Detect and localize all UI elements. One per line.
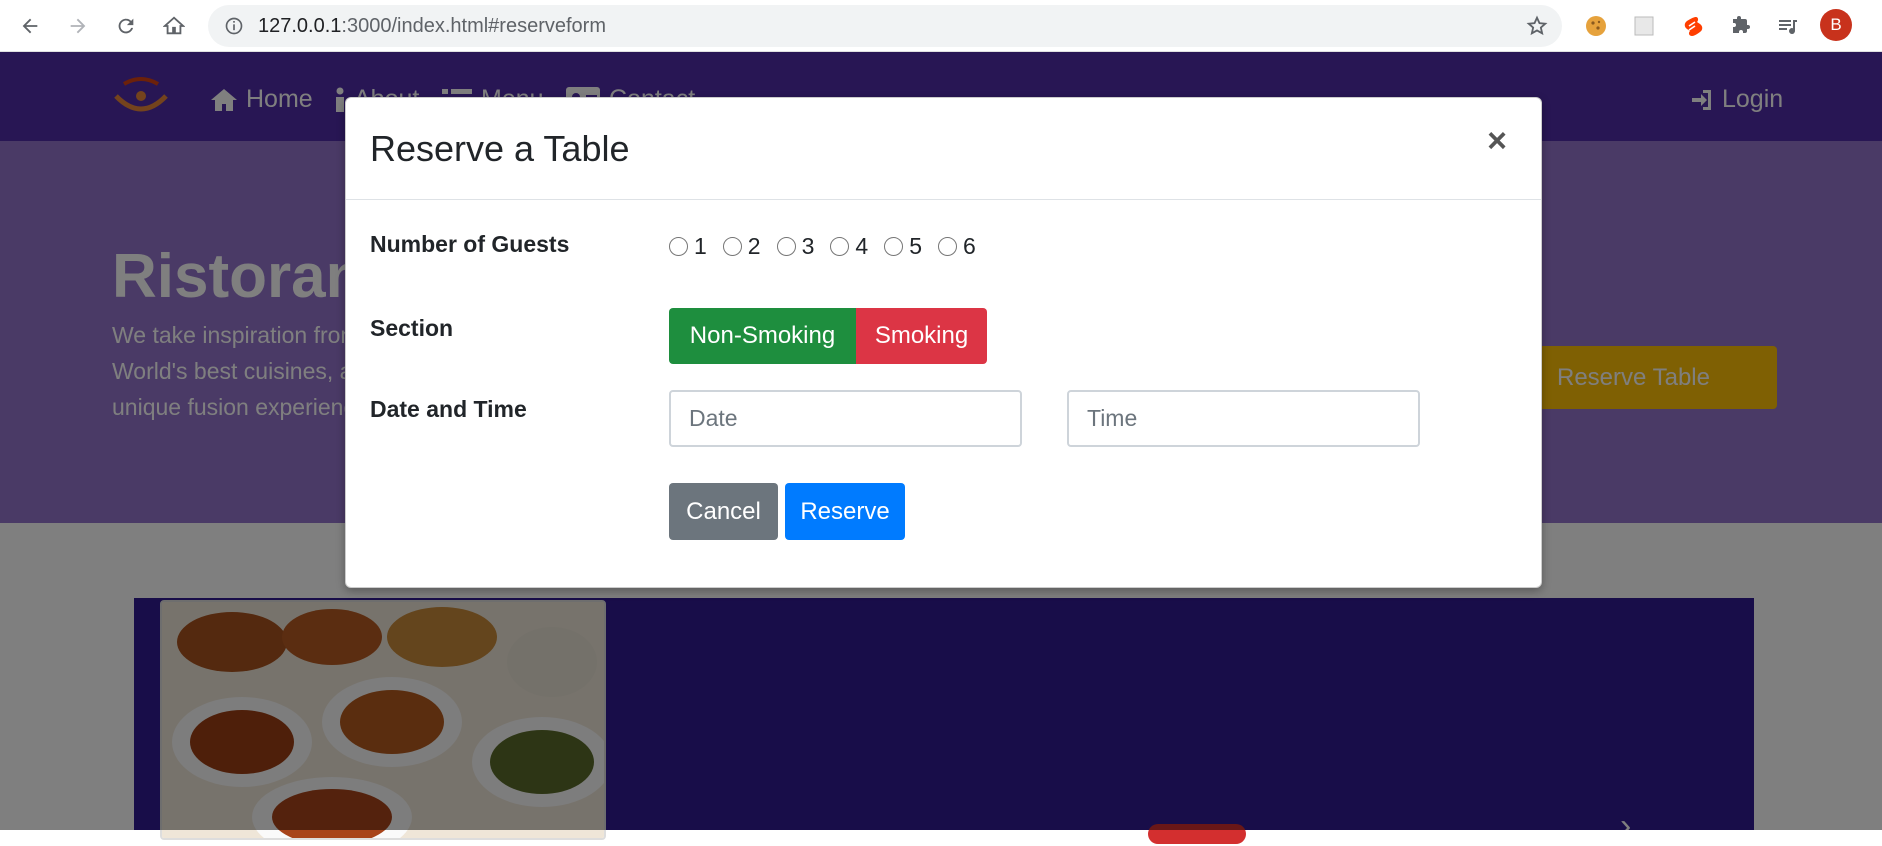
section-toggle-group: Non-Smoking Smoking bbox=[669, 308, 987, 364]
guest-option-label: 1 bbox=[694, 233, 707, 259]
guest-option-4[interactable]: 4 bbox=[830, 233, 868, 260]
date-input[interactable]: Date bbox=[669, 390, 1022, 447]
guest-radio-2[interactable] bbox=[722, 237, 742, 256]
guest-radio-6[interactable] bbox=[937, 237, 957, 256]
home-button[interactable] bbox=[158, 10, 190, 42]
guest-radio-5[interactable] bbox=[884, 237, 904, 256]
section-label: Section bbox=[370, 315, 454, 341]
cancel-button[interactable]: Cancel bbox=[669, 483, 778, 540]
url-text: 127.0.0.1:3000/index.html#reserveform bbox=[258, 15, 606, 38]
forward-arrow-icon bbox=[70, 18, 86, 34]
pattern-extension-icon[interactable] bbox=[1630, 12, 1658, 40]
cookie-extension-icon[interactable] bbox=[1582, 12, 1610, 40]
guest-radio-1[interactable] bbox=[669, 237, 688, 256]
back-arrow-icon bbox=[22, 18, 38, 34]
reserve-button[interactable]: Reserve bbox=[785, 483, 905, 540]
reserve-table-modal: Reserve a Table × Number of Guests 1 2 3… bbox=[345, 97, 1542, 588]
guests-radio-group: 1 2 3 4 5 6 bbox=[669, 233, 992, 260]
guest-option-2[interactable]: 2 bbox=[722, 233, 761, 260]
guest-option-1[interactable]: 1 bbox=[669, 233, 707, 260]
datetime-label: Date and Time bbox=[370, 396, 527, 422]
reload-button[interactable] bbox=[110, 10, 142, 42]
modal-header: Reserve a Table × bbox=[346, 98, 1541, 200]
site-info-icon[interactable] bbox=[224, 16, 244, 41]
close-icon[interactable]: × bbox=[1487, 124, 1507, 158]
profile-avatar[interactable]: B bbox=[1820, 9, 1852, 41]
browser-toolbar: 127.0.0.1:3000/index.html#reserveform B bbox=[0, 0, 1882, 52]
modal-title: Reserve a Table bbox=[370, 128, 630, 169]
guest-option-label: 3 bbox=[801, 233, 815, 259]
smoking-button[interactable]: Smoking bbox=[856, 308, 987, 364]
home-outline-icon bbox=[163, 16, 185, 35]
guest-option-6[interactable]: 6 bbox=[937, 233, 976, 260]
guest-option-label: 5 bbox=[909, 233, 922, 259]
guest-option-label: 6 bbox=[962, 233, 976, 259]
svelte-extension-icon[interactable] bbox=[1678, 12, 1706, 40]
guest-radio-4[interactable] bbox=[830, 237, 850, 256]
back-button[interactable] bbox=[14, 10, 46, 42]
guest-radio-3[interactable] bbox=[776, 237, 796, 256]
url-path: :3000/index.html#reserveform bbox=[341, 15, 606, 37]
guests-label: Number of Guests bbox=[370, 231, 570, 257]
guest-option-5[interactable]: 5 bbox=[884, 233, 922, 260]
reload-icon bbox=[118, 18, 134, 34]
address-bar[interactable]: 127.0.0.1:3000/index.html#reserveform bbox=[208, 5, 1562, 47]
non-smoking-button[interactable]: Non-Smoking bbox=[669, 308, 856, 364]
guest-option-label: 4 bbox=[855, 233, 869, 259]
extensions-puzzle-icon[interactable] bbox=[1726, 12, 1754, 40]
media-queue-icon[interactable] bbox=[1774, 12, 1802, 40]
guest-option-3[interactable]: 3 bbox=[776, 233, 815, 260]
time-input[interactable]: Time bbox=[1067, 390, 1420, 447]
bookmark-star-icon[interactable] bbox=[1526, 15, 1548, 42]
guest-option-label: 2 bbox=[747, 233, 761, 259]
url-host: 127.0.0.1 bbox=[258, 15, 342, 37]
forward-button[interactable] bbox=[62, 10, 94, 42]
